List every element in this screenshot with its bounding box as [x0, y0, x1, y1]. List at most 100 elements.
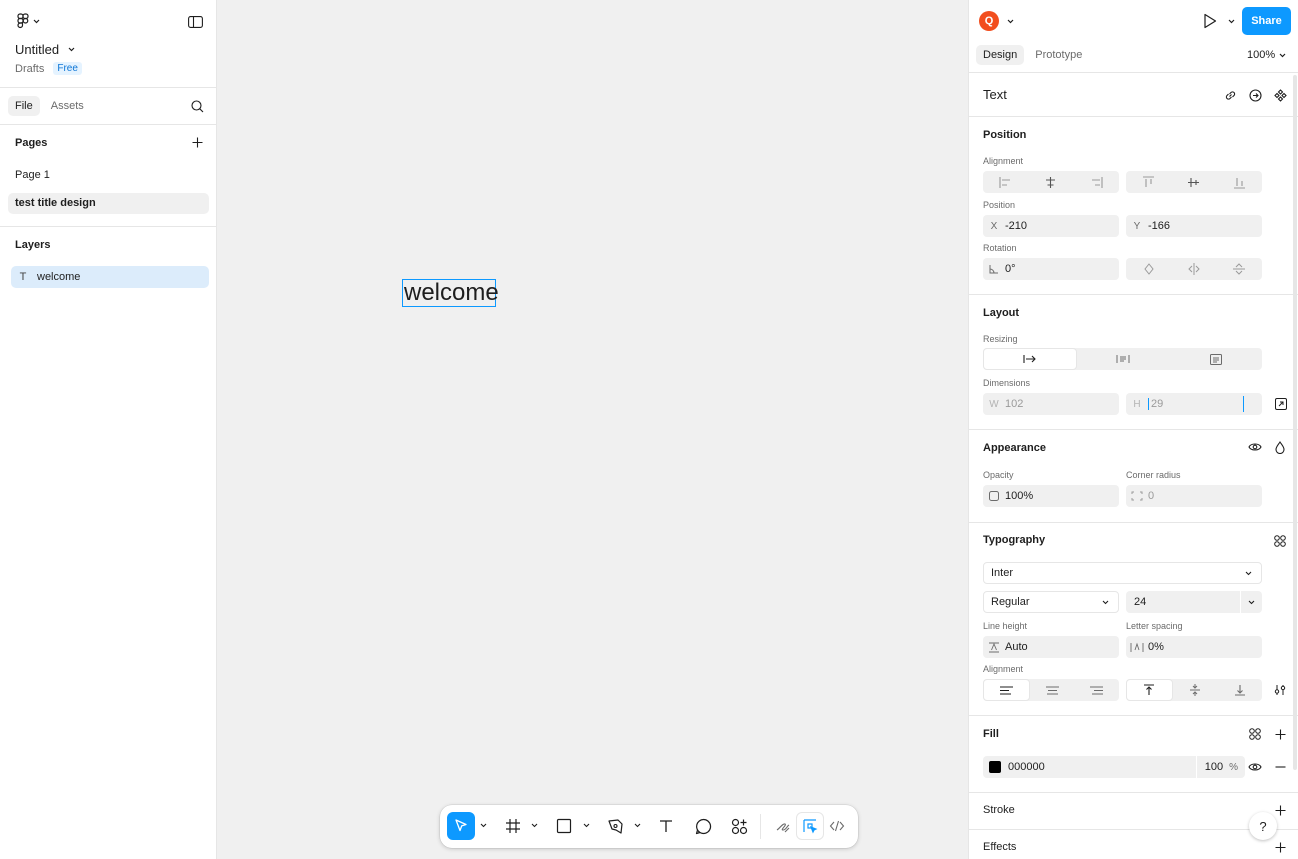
fill-hex-value[interactable]: 000000 — [1008, 761, 1045, 773]
present-options-button[interactable] — [1223, 13, 1239, 29]
fill-row[interactable]: 000000 100 % — [983, 756, 1245, 778]
width-field[interactable]: W 102 — [983, 393, 1119, 415]
zoom-menu[interactable]: 100% — [1247, 49, 1286, 61]
align-center-h-button[interactable] — [1028, 171, 1073, 193]
link-button[interactable] — [1222, 87, 1238, 103]
align-right-button[interactable] — [1074, 171, 1119, 193]
instance-swap-icon — [1248, 88, 1262, 102]
layer-row[interactable]: T welcome — [11, 266, 209, 288]
text-align-left-button[interactable] — [983, 679, 1030, 701]
chevron-down-icon[interactable] — [1002, 13, 1018, 29]
comment-tool-button[interactable] — [689, 812, 717, 840]
font-size-field[interactable]: 24 — [1126, 591, 1262, 613]
flip-horizontal-button[interactable] — [1171, 258, 1216, 280]
type-settings-button[interactable] — [1272, 682, 1288, 698]
tab-file[interactable]: File — [8, 96, 40, 116]
add-page-button[interactable] — [190, 135, 204, 149]
rotation-field[interactable]: 0° — [983, 258, 1119, 280]
actions-tool-button[interactable] — [725, 812, 753, 840]
corner-radius-field[interactable]: 0 — [1126, 485, 1262, 507]
add-stroke-button[interactable] — [1272, 802, 1288, 818]
page-item[interactable]: Page 1 — [8, 165, 209, 185]
align-middle-button[interactable] — [1171, 171, 1216, 193]
fixed-size-button[interactable] — [1170, 348, 1262, 370]
move-tool-menu[interactable] — [479, 821, 487, 829]
chevron-down-icon[interactable] — [1240, 591, 1262, 613]
dev-mode-button[interactable] — [823, 812, 851, 840]
text-align-right-button[interactable] — [1074, 679, 1119, 701]
canvas[interactable]: welcome — [217, 0, 968, 859]
shape-tool-menu[interactable] — [582, 821, 590, 829]
rotate-90-button[interactable] — [1126, 258, 1171, 280]
line-height-field[interactable]: Auto — [983, 636, 1119, 658]
selected-text-layer[interactable]: welcome — [402, 279, 499, 307]
font-size-value: 24 — [1134, 596, 1147, 608]
text-align-bottom-button[interactable] — [1217, 679, 1262, 701]
chevron-down-icon — [583, 823, 590, 828]
fill-swatch[interactable] — [989, 761, 1001, 773]
help-button[interactable]: ? — [1249, 812, 1277, 840]
remove-fill-button[interactable] — [1272, 759, 1288, 775]
align-top-button[interactable] — [1126, 171, 1171, 193]
add-fill-button[interactable] — [1272, 726, 1288, 742]
add-effect-button[interactable] — [1272, 839, 1288, 855]
search-icon — [190, 99, 204, 113]
move-tool-button[interactable] — [447, 812, 475, 840]
letter-spacing-field[interactable]: 0% — [1126, 636, 1262, 658]
auto-width-button[interactable] — [983, 348, 1078, 370]
share-button[interactable]: Share — [1242, 7, 1291, 35]
divider — [969, 116, 1298, 117]
eye-icon — [1248, 762, 1262, 772]
fill-opacity-value[interactable]: 100 — [1205, 761, 1223, 773]
tab-assets[interactable]: Assets — [44, 96, 91, 116]
text-styles-button[interactable] — [1272, 533, 1288, 549]
blend-mode-button[interactable] — [1272, 439, 1288, 455]
draw-mode-button[interactable] — [769, 812, 797, 840]
divider — [0, 87, 216, 88]
present-button[interactable] — [1202, 13, 1218, 29]
x-position-field[interactable]: X -210 — [983, 215, 1119, 237]
text-tool-button[interactable] — [652, 812, 680, 840]
panel-scrollbar[interactable] — [1293, 75, 1297, 770]
horizontal-align-group — [983, 171, 1119, 193]
pen-tool-button[interactable] — [601, 812, 629, 840]
fill-styles-button[interactable] — [1247, 726, 1263, 742]
apply-variables-button[interactable] — [1247, 87, 1263, 103]
create-component-button[interactable] — [1272, 87, 1288, 103]
pen-tool-menu[interactable] — [633, 821, 641, 829]
divider — [969, 429, 1298, 430]
rectangle-tool-button[interactable] — [550, 812, 578, 840]
opacity-field[interactable]: 100% — [983, 485, 1119, 507]
flip-vertical-button[interactable] — [1217, 258, 1262, 280]
text-align-center-button[interactable] — [1030, 679, 1075, 701]
letter-spacing-value: 0% — [1148, 641, 1164, 653]
align-bottom-button[interactable] — [1217, 171, 1262, 193]
page-item-selected[interactable]: test title design — [8, 193, 209, 214]
font-family-select[interactable]: Inter — [983, 562, 1262, 584]
rectangle-icon — [556, 818, 572, 834]
height-field[interactable]: H 29 — [1126, 393, 1262, 415]
resizing-label: Resizing — [983, 334, 1018, 344]
text-align-top-button[interactable] — [1126, 679, 1173, 701]
main-menu-button[interactable] — [14, 12, 42, 30]
frame-tool-button[interactable] — [499, 812, 527, 840]
file-location[interactable]: Drafts — [15, 63, 44, 75]
y-position-field[interactable]: Y -166 — [1126, 215, 1262, 237]
file-title-menu[interactable]: Untitled — [15, 42, 75, 57]
auto-height-button[interactable] — [1077, 348, 1169, 370]
search-button[interactable] — [189, 98, 205, 114]
tab-design[interactable]: Design — [976, 45, 1025, 65]
toggle-visibility-button[interactable] — [1247, 439, 1263, 455]
avatar[interactable]: Q — [979, 11, 999, 31]
frame-tool-menu[interactable] — [530, 821, 538, 829]
tab-prototype[interactable]: Prototype — [1028, 45, 1089, 65]
design-mode-button[interactable] — [796, 812, 824, 840]
toggle-sidebar-button[interactable] — [186, 13, 204, 31]
constraints-button[interactable] — [1273, 396, 1289, 412]
selection-type: Text — [983, 87, 1007, 102]
text-align-middle-button[interactable] — [1173, 679, 1218, 701]
align-left-button[interactable] — [983, 171, 1028, 193]
left-tabs: File Assets — [8, 96, 91, 116]
font-style-select[interactable]: Regular — [983, 591, 1119, 613]
toggle-fill-visibility-button[interactable] — [1247, 759, 1263, 775]
